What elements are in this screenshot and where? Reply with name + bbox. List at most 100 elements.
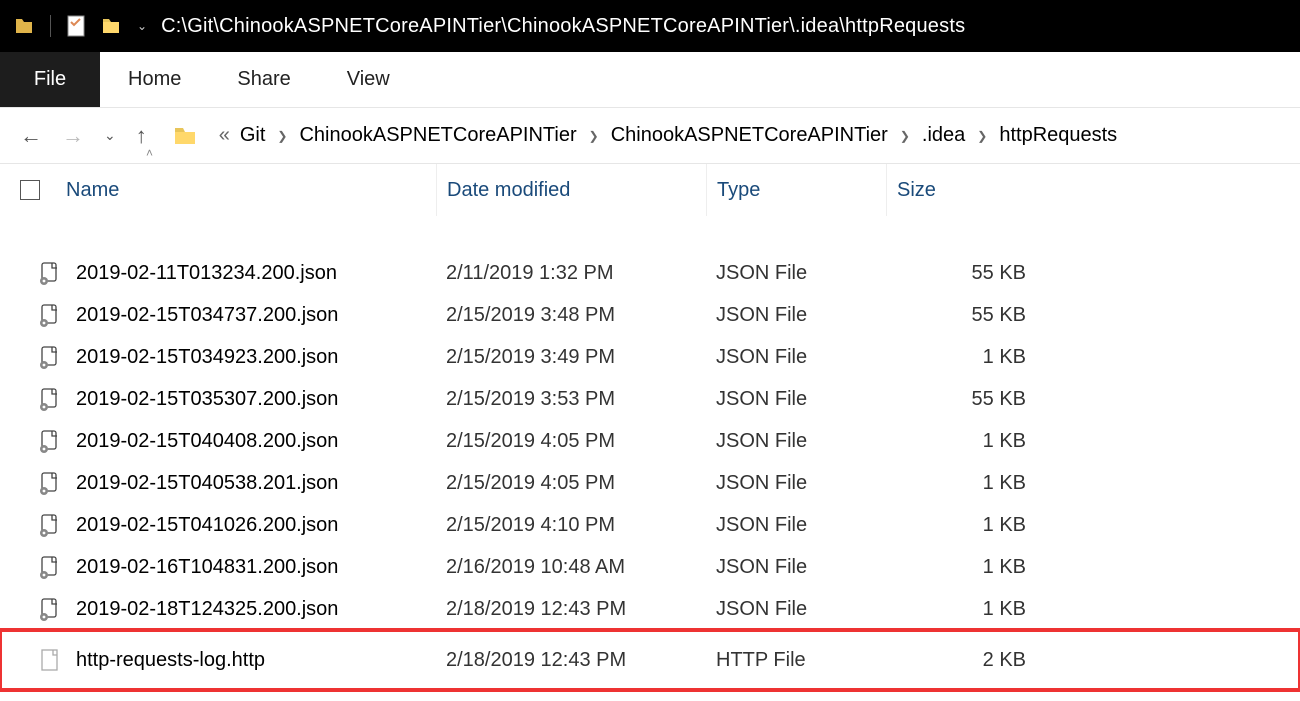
file-row[interactable]: 2019-02-18T124325.200.json2/18/2019 12:4… <box>0 588 1300 630</box>
file-size: 55 KB <box>886 304 1066 327</box>
forward-button[interactable]: → <box>62 123 84 149</box>
ribbon-tabs: File Home Share View <box>0 52 1300 108</box>
column-header-label: Size <box>897 179 936 202</box>
file-date: 2/18/2019 12:43 PM <box>436 649 706 672</box>
file-name: 2019-02-15T040538.201.json <box>66 472 436 495</box>
file-type: HTTP File <box>706 649 886 672</box>
breadcrumb-item[interactable]: ChinookASPNETCoreAPINTier <box>299 124 576 147</box>
json-file-icon <box>20 513 66 537</box>
breadcrumb-item[interactable]: ChinookASPNETCoreAPINTier <box>611 124 888 147</box>
file-size: 1 KB <box>886 346 1066 369</box>
recent-locations-chevron[interactable]: ⌄ <box>104 127 116 144</box>
column-header-date[interactable]: Date modified <box>436 164 706 216</box>
file-name: 2019-02-15T040408.200.json <box>66 430 436 453</box>
file-name: 2019-02-16T104831.200.json <box>66 556 436 579</box>
window-title: C:\Git\ChinookASPNETCoreAPINTier\Chinook… <box>161 15 965 38</box>
chevron-right-icon[interactable]: ❯ <box>589 129 599 143</box>
file-size: 1 KB <box>886 430 1066 453</box>
column-header-type[interactable]: Type <box>706 164 886 216</box>
file-type: JSON File <box>706 388 886 411</box>
file-name: 2019-02-15T034737.200.json <box>66 304 436 327</box>
file-row[interactable]: 2019-02-15T034923.200.json2/15/2019 3:49… <box>0 336 1300 378</box>
file-icon <box>20 648 66 672</box>
file-row[interactable]: 2019-02-11T013234.200.json2/11/2019 1:32… <box>0 252 1300 294</box>
file-size: 1 KB <box>886 472 1066 495</box>
ribbon-tab-home[interactable]: Home <box>100 52 209 107</box>
chevron-right-icon[interactable]: ❯ <box>900 129 910 143</box>
json-file-icon <box>20 597 66 621</box>
file-row[interactable]: 2019-02-15T040538.201.json2/15/2019 4:05… <box>0 462 1300 504</box>
file-type: JSON File <box>706 472 886 495</box>
properties-icon[interactable] <box>65 15 87 37</box>
file-date: 2/15/2019 3:49 PM <box>436 346 706 369</box>
breadcrumb-overflow[interactable]: « <box>219 124 230 147</box>
file-type: JSON File <box>706 430 886 453</box>
qat-chevron-icon[interactable]: ⌄ <box>137 19 147 33</box>
sort-indicator-icon: ˄ <box>146 146 153 160</box>
file-name: 2019-02-15T041026.200.json <box>66 514 436 537</box>
column-header-label: Name <box>66 179 119 202</box>
file-date: 2/18/2019 12:43 PM <box>436 598 706 621</box>
column-headers: ˄ Name Date modified Type Size <box>0 164 1300 216</box>
file-size: 1 KB <box>886 556 1066 579</box>
chevron-right-icon[interactable]: ❯ <box>277 129 287 143</box>
file-date: 2/16/2019 10:48 AM <box>436 556 706 579</box>
chevron-right-icon[interactable]: ❯ <box>977 129 987 143</box>
location-folder-icon[interactable] <box>173 125 199 147</box>
json-file-icon <box>20 429 66 453</box>
ribbon-tab-view[interactable]: View <box>319 52 418 107</box>
file-date: 2/15/2019 3:53 PM <box>436 388 706 411</box>
file-size: 55 KB <box>886 262 1066 285</box>
json-file-icon <box>20 555 66 579</box>
file-date: 2/11/2019 1:32 PM <box>436 262 706 285</box>
file-row[interactable]: 2019-02-15T034737.200.json2/15/2019 3:48… <box>0 294 1300 336</box>
column-header-label: Date modified <box>447 179 570 202</box>
file-size: 55 KB <box>886 388 1066 411</box>
file-name: 2019-02-11T013234.200.json <box>66 262 436 285</box>
file-name: 2019-02-18T124325.200.json <box>66 598 436 621</box>
file-row[interactable]: 2019-02-15T040408.200.json2/15/2019 4:05… <box>0 420 1300 462</box>
file-type: JSON File <box>706 262 886 285</box>
breadcrumb-item[interactable]: Git <box>240 124 266 147</box>
file-date: 2/15/2019 4:05 PM <box>436 472 706 495</box>
file-size: 1 KB <box>886 514 1066 537</box>
file-row[interactable]: 2019-02-16T104831.200.json2/16/2019 10:4… <box>0 546 1300 588</box>
file-date: 2/15/2019 3:48 PM <box>436 304 706 327</box>
file-type: JSON File <box>706 556 886 579</box>
pin-folder-icon[interactable] <box>14 15 36 37</box>
breadcrumb: « Git ❯ ChinookASPNETCoreAPINTier ❯ Chin… <box>219 124 1117 147</box>
file-type: JSON File <box>706 514 886 537</box>
file-date: 2/15/2019 4:05 PM <box>436 430 706 453</box>
open-folder-icon[interactable] <box>101 15 123 37</box>
separator <box>50 15 51 37</box>
column-header-name[interactable]: ˄ Name <box>66 164 436 216</box>
json-file-icon <box>20 387 66 411</box>
json-file-icon <box>20 345 66 369</box>
file-name: http-requests-log.http <box>66 649 436 672</box>
breadcrumb-item[interactable]: httpRequests <box>999 124 1117 147</box>
up-button[interactable]: ↑ <box>136 123 147 149</box>
ribbon-tab-file[interactable]: File <box>0 52 100 107</box>
select-all-checkbox[interactable] <box>20 164 66 216</box>
back-button[interactable]: ← <box>20 123 42 149</box>
column-header-label: Type <box>717 179 760 202</box>
file-row[interactable]: 2019-02-15T041026.200.json2/15/2019 4:10… <box>0 504 1300 546</box>
file-date: 2/15/2019 4:10 PM <box>436 514 706 537</box>
column-header-size[interactable]: Size <box>886 164 1066 216</box>
file-row[interactable]: 2019-02-15T035307.200.json2/15/2019 3:53… <box>0 378 1300 420</box>
file-name: 2019-02-15T034923.200.json <box>66 346 436 369</box>
file-list: 2019-02-11T013234.200.json2/11/2019 1:32… <box>0 216 1300 690</box>
breadcrumb-item[interactable]: .idea <box>922 124 965 147</box>
file-type: JSON File <box>706 346 886 369</box>
file-type: JSON File <box>706 304 886 327</box>
nav-bar: ← → ⌄ ↑ « Git ❯ ChinookASPNETCoreAPINTie… <box>0 108 1300 164</box>
ribbon-tab-share[interactable]: Share <box>209 52 318 107</box>
file-row[interactable]: http-requests-log.http2/18/2019 12:43 PM… <box>0 630 1300 690</box>
json-file-icon <box>20 303 66 327</box>
file-size: 1 KB <box>886 598 1066 621</box>
file-type: JSON File <box>706 598 886 621</box>
json-file-icon <box>20 471 66 495</box>
json-file-icon <box>20 261 66 285</box>
file-size: 2 KB <box>886 649 1066 672</box>
file-name: 2019-02-15T035307.200.json <box>66 388 436 411</box>
